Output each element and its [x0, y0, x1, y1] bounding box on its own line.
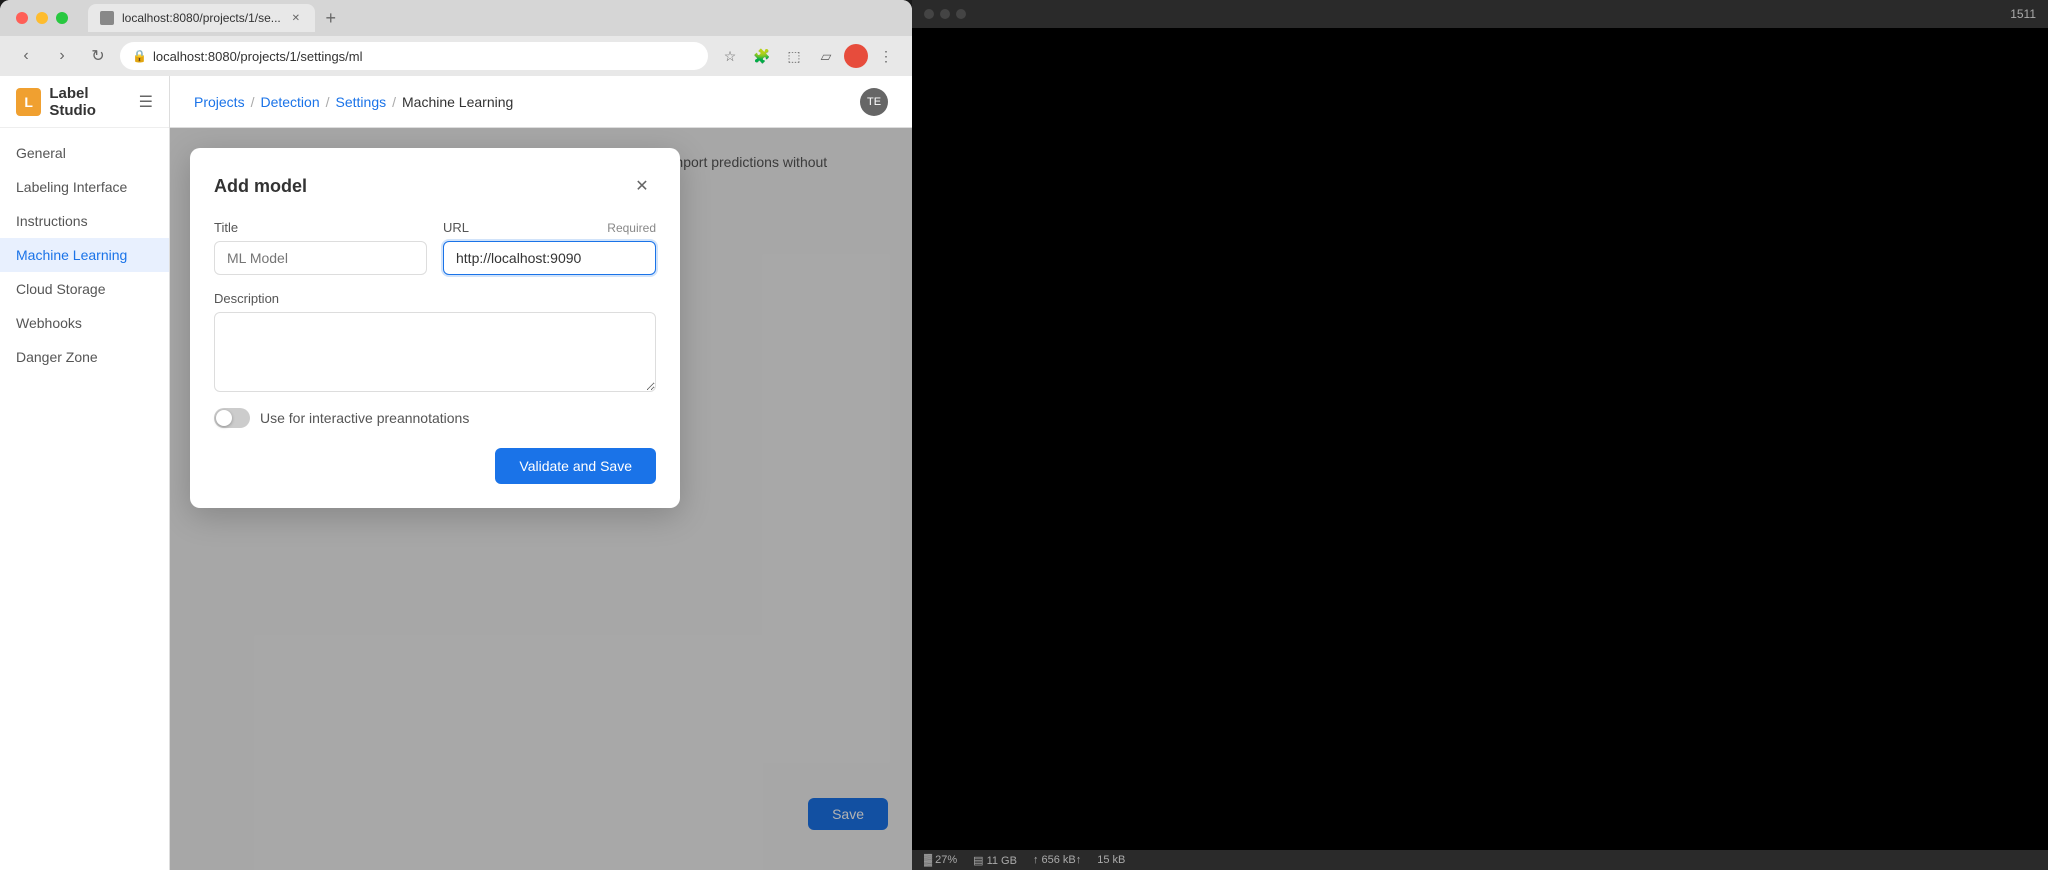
- extensions-icon[interactable]: 🧩: [748, 42, 776, 70]
- title-form-group: Title: [214, 220, 427, 275]
- url-label: URL: [443, 220, 469, 235]
- screen-icon[interactable]: ▱: [812, 42, 840, 70]
- forward-button[interactable]: ›: [48, 42, 76, 70]
- page-header: Projects / Detection / Settings / Machin…: [170, 76, 912, 128]
- bookmark-icon[interactable]: ☆: [716, 42, 744, 70]
- sidebar-item-cloud-storage[interactable]: Cloud Storage: [0, 272, 169, 306]
- description-form-group: Description: [214, 291, 656, 392]
- sidebar-item-general[interactable]: General: [0, 136, 169, 170]
- modal-footer: Validate and Save: [214, 448, 656, 484]
- status-disk: ↑ 656 kB↑: [1033, 854, 1081, 866]
- toggle-row: Use for interactive preannotations: [214, 408, 656, 428]
- status-rate: 15 kB: [1097, 854, 1125, 866]
- sidebar-item-webhooks[interactable]: Webhooks: [0, 306, 169, 340]
- modal-title: Add model: [214, 176, 307, 197]
- hamburger-menu[interactable]: ☰: [139, 92, 153, 112]
- sidebar: L Label Studio ☰ General Labeling Interf…: [0, 76, 170, 870]
- rp-dot-2: [940, 9, 950, 19]
- status-percent: ▓ 27%: [924, 854, 957, 866]
- status-ram: ▤ 11 GB: [973, 854, 1017, 867]
- toggle-knob: [216, 410, 232, 426]
- content-area: Add one or more machine learning models …: [170, 128, 912, 870]
- close-window-button[interactable]: [16, 12, 28, 24]
- breadcrumb-detection[interactable]: Detection: [260, 94, 319, 110]
- preannotations-toggle[interactable]: [214, 408, 250, 428]
- breadcrumb-machine-learning: Machine Learning: [402, 94, 513, 110]
- description-label: Description: [214, 291, 656, 306]
- sidebar-nav: General Labeling Interface Instructions …: [0, 128, 169, 870]
- browser-tab[interactable]: localhost:8080/projects/1/se... ✕: [88, 4, 315, 32]
- toggle-label: Use for interactive preannotations: [260, 410, 469, 426]
- tab-title: localhost:8080/projects/1/se...: [122, 11, 281, 25]
- modal-overlay: Add model ✕ Title: [170, 128, 912, 870]
- menu-icon[interactable]: ⋮: [872, 42, 900, 70]
- breadcrumb-settings[interactable]: Settings: [336, 94, 387, 110]
- modal-header: Add model ✕: [214, 172, 656, 200]
- refresh-button[interactable]: ↻: [84, 42, 112, 70]
- breadcrumb-sep-2: /: [326, 94, 330, 110]
- right-panel: 1511 ▓ 27% ▤ 11 GB ↑ 656 kB↑ 15 kB: [912, 0, 2048, 870]
- right-panel-content: [912, 28, 2048, 850]
- rp-dot-1: [924, 9, 934, 19]
- sidebar-item-instructions[interactable]: Instructions: [0, 204, 169, 238]
- back-button[interactable]: ‹: [12, 42, 40, 70]
- title-input[interactable]: [214, 241, 427, 275]
- sidebar-item-danger-zone[interactable]: Danger Zone: [0, 340, 169, 374]
- breadcrumb-sep-3: /: [392, 94, 396, 110]
- url-input[interactable]: [443, 241, 656, 275]
- breadcrumb-projects[interactable]: Projects: [194, 94, 245, 110]
- right-panel-size: 1511: [2010, 7, 2036, 21]
- app-container: L Label Studio ☰ General Labeling Interf…: [0, 76, 912, 870]
- tab-close-button[interactable]: ✕: [289, 11, 303, 25]
- breadcrumb-sep-1: /: [251, 94, 255, 110]
- right-panel-titlebar: 1511: [912, 0, 2048, 28]
- app-title: Label Studio: [49, 85, 130, 119]
- user-avatar[interactable]: [844, 44, 868, 68]
- sidebar-item-labeling-interface[interactable]: Labeling Interface: [0, 170, 169, 204]
- tab-bar: localhost:8080/projects/1/se... ✕ +: [88, 4, 896, 32]
- breadcrumb: Projects / Detection / Settings / Machin…: [194, 94, 513, 110]
- url-form-group: URL Required: [443, 220, 656, 275]
- new-tab-button[interactable]: +: [319, 6, 343, 30]
- header-user-avatar[interactable]: TE: [860, 88, 888, 116]
- secure-icon: 🔒: [132, 49, 147, 63]
- url-label-row: URL Required: [443, 220, 656, 235]
- main-content: Projects / Detection / Settings / Machin…: [170, 76, 912, 870]
- toolbar-actions: ☆ 🧩 ⬚ ▱ ⋮: [716, 42, 900, 70]
- browser-window: localhost:8080/projects/1/se... ✕ + ‹ › …: [0, 0, 912, 870]
- validate-save-button[interactable]: Validate and Save: [495, 448, 656, 484]
- sidebar-item-machine-learning[interactable]: Machine Learning: [0, 238, 169, 272]
- url-required-badge: Required: [607, 221, 656, 235]
- address-bar[interactable]: 🔒 localhost:8080/projects/1/settings/ml: [120, 42, 708, 70]
- add-model-modal: Add model ✕ Title: [190, 148, 680, 508]
- rp-dot-3: [956, 9, 966, 19]
- form-title-url-row: Title URL Required: [214, 220, 656, 275]
- fullscreen-window-button[interactable]: [56, 12, 68, 24]
- title-label: Title: [214, 220, 427, 235]
- app-logo: L: [16, 88, 41, 116]
- sidebar-header: L Label Studio ☰: [0, 76, 169, 128]
- address-url: localhost:8080/projects/1/settings/ml: [153, 49, 363, 64]
- modal-close-button[interactable]: ✕: [628, 172, 656, 200]
- tab-favicon: [100, 11, 114, 25]
- description-textarea[interactable]: [214, 312, 656, 392]
- browser-titlebar: localhost:8080/projects/1/se... ✕ +: [0, 0, 912, 36]
- cast-icon[interactable]: ⬚: [780, 42, 808, 70]
- status-bar: ▓ 27% ▤ 11 GB ↑ 656 kB↑ 15 kB: [912, 850, 2048, 870]
- browser-toolbar: ‹ › ↻ 🔒 localhost:8080/projects/1/settin…: [0, 36, 912, 76]
- minimize-window-button[interactable]: [36, 12, 48, 24]
